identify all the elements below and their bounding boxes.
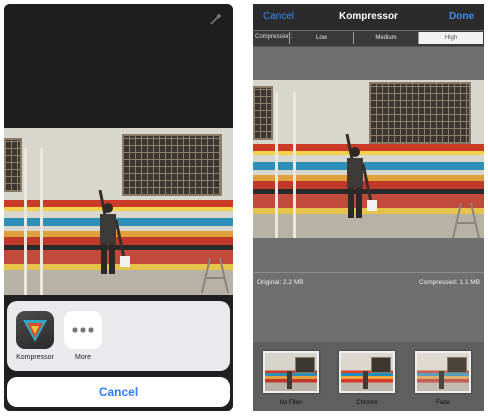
share-sheet-screen: Kompressor More Cancel <box>4 4 233 411</box>
compressed-size: Compressed: 1.1 MB <box>418 279 480 286</box>
filter-thumb-chrome[interactable] <box>339 351 395 393</box>
filter-label-no-filter: No Filter <box>279 400 303 406</box>
navigation-bar: Cancel Kompressor Done <box>253 4 484 30</box>
filter-label-fade: Fade <box>436 400 450 406</box>
compression-option-high[interactable]: High <box>418 32 483 44</box>
kompressor-editor-screen: Cancel Kompressor Done Compression: Low … <box>253 4 484 411</box>
more-dots-icon <box>72 327 94 333</box>
kompressor-app-label: Kompressor <box>16 354 54 361</box>
share-sheet-cancel-button[interactable]: Cancel <box>7 377 230 407</box>
filter-thumb-no-filter[interactable] <box>263 351 319 393</box>
kompressor-app-icon <box>23 320 47 342</box>
more-button[interactable] <box>64 311 102 349</box>
compression-control: Compression: Low Medium High <box>253 31 484 47</box>
more-label: More <box>75 354 91 361</box>
kompressor-app-button[interactable] <box>16 311 54 349</box>
nav-done-button[interactable]: Done <box>449 11 474 22</box>
photo-preview <box>4 128 233 295</box>
filter-thumb-fade[interactable] <box>415 351 471 393</box>
share-sheet: Kompressor More <box>7 301 230 371</box>
top-dark-area <box>4 4 233 128</box>
compression-option-low[interactable]: Low <box>289 32 353 44</box>
filter-label-chrome: Chrome <box>356 400 378 406</box>
divider <box>253 272 484 273</box>
compression-option-medium[interactable]: Medium <box>353 32 418 44</box>
filter-strip: No Filter Chrome Fade <box>253 342 484 411</box>
original-size: Original: 2.2 MB <box>257 279 304 286</box>
compressed-photo-preview <box>253 80 484 238</box>
file-size-row: Original: 2.2 MB Compressed: 1.1 MB <box>253 276 484 290</box>
magic-wand-icon[interactable] <box>209 12 223 29</box>
compression-label: Compression: <box>255 34 293 40</box>
